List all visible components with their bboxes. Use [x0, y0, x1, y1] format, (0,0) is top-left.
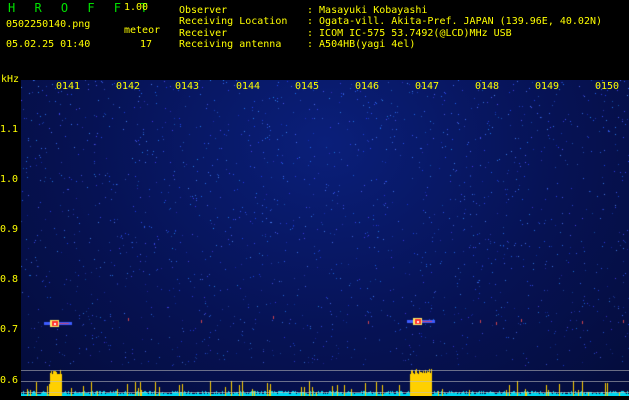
observer-label: Observer: [179, 5, 228, 16]
spectrogram-canvas: [21, 80, 629, 396]
y-tick-1-0: 1.0: [0, 174, 19, 185]
app-version: 1.00: [124, 2, 149, 13]
filename: 0502250140.png: [6, 19, 91, 30]
level-line-lower: [21, 392, 629, 393]
antenna-value: : A504HB(yagi 4el): [307, 39, 416, 50]
observer-value: : Masayuki Kobayashi: [307, 5, 428, 16]
header-panel: H R O F F T 1.00 0502250140.png 05.02.25…: [0, 0, 629, 74]
y-tick-0-9: 0.9: [0, 224, 19, 235]
unit-label: kHz: [1, 74, 20, 85]
receiver-label: Receiver: [179, 28, 228, 39]
x-tick-0150: 0150: [595, 81, 620, 92]
datetime: 05.02.25 01:40: [6, 39, 91, 50]
x-tick-0141: 0141: [56, 81, 81, 92]
x-tick-0143: 0143: [175, 81, 200, 92]
y-tick-0-6: 0.6: [0, 375, 19, 386]
location-value: : Ogata-vill. Akita-Pref. JAPAN (139.96E…: [307, 16, 603, 27]
x-tick-0146: 0146: [355, 81, 380, 92]
x-tick-0144: 0144: [236, 81, 261, 92]
x-tick-0149: 0149: [535, 81, 560, 92]
x-tick-0147: 0147: [415, 81, 440, 92]
y-tick-0-8: 0.8: [0, 274, 19, 285]
meteor-label: meteor: [124, 25, 161, 36]
level-line-middle: [21, 381, 629, 382]
antenna-label: Receiving antenna: [179, 39, 282, 50]
y-tick-0-7: 0.7: [0, 324, 19, 335]
meteor-count: 17: [140, 39, 153, 50]
level-line-upper: [21, 370, 629, 371]
x-tick-0148: 0148: [475, 81, 500, 92]
location-label: Receiving Location: [179, 16, 288, 27]
receiver-value: : ICOM IC-575 53.7492(@LCD)MHz USB: [307, 28, 512, 39]
y-tick-1-1: 1.1: [0, 124, 19, 135]
x-tick-0142: 0142: [116, 81, 141, 92]
x-tick-0145: 0145: [295, 81, 320, 92]
